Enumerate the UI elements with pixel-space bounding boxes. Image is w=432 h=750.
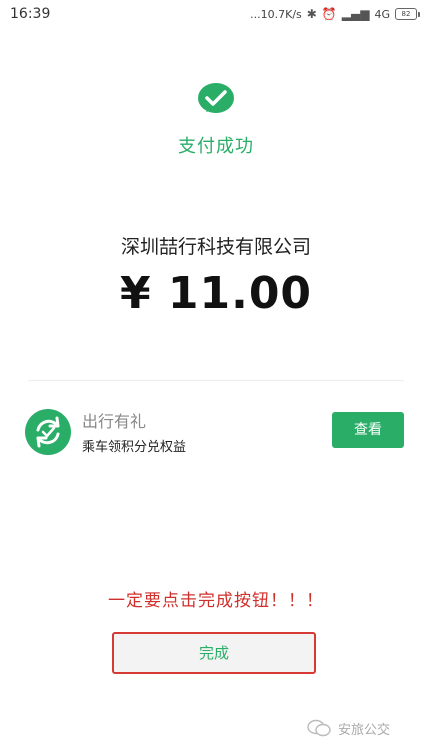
bluetooth-icon: ✱ (306, 7, 317, 21)
wechat-icon (307, 719, 331, 737)
payment-success-icon (198, 83, 234, 113)
status-indicators: ...10.7K/s ✱ ⏰ ▂▄▆ 4G 82 (250, 7, 420, 21)
view-button[interactable]: 查看 (332, 412, 404, 448)
network-type: 4G (374, 7, 390, 21)
done-button[interactable]: 完成 (112, 632, 316, 674)
watermark-text: 安旅公交 (338, 722, 391, 738)
payment-amount: ¥ 11.00 (119, 268, 313, 319)
watermark: 安旅公交 (306, 718, 390, 738)
warning-text: 一定要点击完成按钮！！！ (108, 591, 324, 611)
network-speed: ...10.7K/s (250, 7, 302, 21)
promo-subtitle: 乘车领积分兑权益 (82, 440, 187, 455)
alarm-icon: ⏰ (321, 7, 337, 21)
refresh-gift-icon (25, 409, 71, 455)
payment-success-page: 16:39 ...10.7K/s ✱ ⏰ ▂▄▆ 4G 82 支付成功 深圳喆行… (0, 0, 432, 750)
divider (28, 380, 404, 381)
status-bar: 16:39 ...10.7K/s ✱ ⏰ ▂▄▆ 4G 82 (0, 0, 432, 28)
promo-title: 出行有礼 (82, 412, 147, 431)
status-time: 16:39 (10, 6, 51, 22)
success-title: 支付成功 (178, 136, 254, 157)
signal-icon: ▂▄▆ (341, 7, 370, 21)
battery-icon: 82 (395, 8, 420, 20)
promo-card[interactable]: 出行有礼 乘车领积分兑权益 查看 (22, 400, 412, 464)
merchant-name: 深圳喆行科技有限公司 (120, 236, 311, 258)
battery-level: 82 (395, 8, 417, 20)
